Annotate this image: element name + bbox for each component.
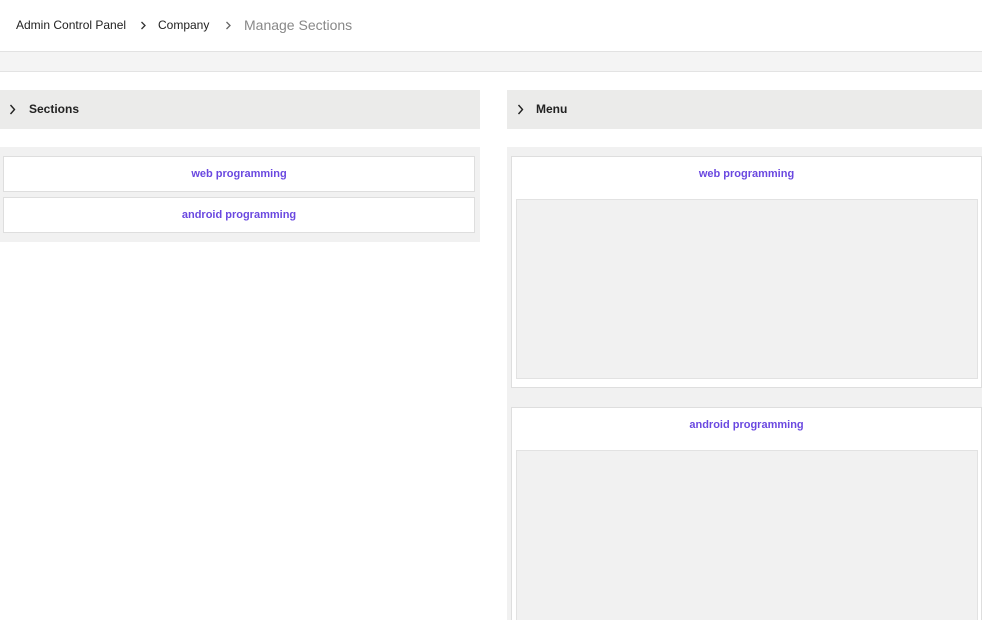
breadcrumb-admin-control-panel[interactable]: Admin Control Panel — [16, 0, 126, 50]
sections-panel-title: Sections — [29, 102, 80, 116]
breadcrumb-company[interactable]: Company — [158, 0, 209, 50]
breadcrumb-current-page: Manage Sections — [244, 17, 353, 33]
menu-panel-header[interactable]: Menu — [507, 90, 982, 129]
menu-panel-title: Menu — [536, 102, 568, 116]
menu-drop-area[interactable] — [516, 450, 978, 620]
sections-list: web programming android programming — [0, 147, 480, 242]
section-item-web-programming[interactable]: web programming — [3, 156, 475, 192]
sections-panel-header[interactable]: Sections — [0, 90, 480, 129]
chevron-right-icon — [517, 104, 524, 115]
menu-card-web-programming: web programming — [511, 156, 982, 388]
menu-card-title[interactable]: android programming — [512, 408, 981, 442]
menu-drop-area[interactable] — [516, 199, 978, 379]
top-bar: Admin Control Panel Company Manage Secti… — [0, 0, 982, 52]
section-item-android-programming[interactable]: android programming — [3, 197, 475, 233]
menu-card-android-programming: android programming — [511, 407, 982, 620]
menu-card-title[interactable]: web programming — [512, 157, 981, 191]
chevron-right-icon — [226, 21, 231, 30]
menu-list: web programming android programming — [507, 147, 982, 620]
chevron-right-icon — [141, 21, 146, 30]
chevron-right-icon — [9, 104, 16, 115]
toolbar-band — [0, 52, 982, 72]
